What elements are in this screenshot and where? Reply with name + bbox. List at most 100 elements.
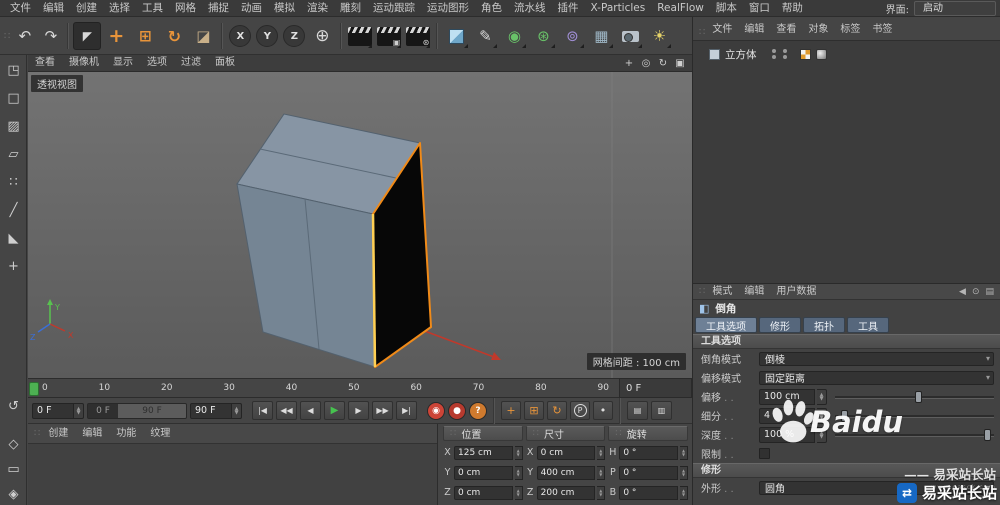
rotation-h-field[interactable]: 0 ° (619, 446, 678, 460)
rotation-section-header[interactable]: ∷ 旋转 (608, 426, 688, 441)
position-y-field[interactable]: 0 cm (454, 466, 513, 480)
menu-create[interactable]: 创建 (70, 0, 103, 16)
workplane-mode-icon[interactable]: ▱ (2, 143, 25, 166)
snap-icon[interactable]: ◇ (2, 433, 25, 456)
coordinate-system-button[interactable]: ⊕ (308, 22, 336, 50)
section-tool-options[interactable]: 工具选项 (693, 334, 1000, 349)
menu-plugins[interactable]: 插件 (552, 0, 585, 16)
edges-mode-icon[interactable]: ╱ (2, 199, 25, 222)
shape-dropdown[interactable]: 圆角 (759, 481, 994, 495)
panel-menu-icon[interactable]: ▤ (985, 287, 994, 297)
viewport-menu-options[interactable]: 选项 (140, 55, 174, 71)
om-menu-edit[interactable]: 编辑 (738, 22, 770, 38)
camera-button[interactable] (616, 22, 644, 50)
rotate-tool[interactable]: ↻ (160, 22, 188, 50)
spinner[interactable] (680, 446, 688, 460)
section-shaping[interactable]: 修形 (693, 463, 1000, 478)
material-list-area[interactable] (28, 444, 437, 504)
menu-character[interactable]: 角色 (475, 0, 508, 16)
size-section-header[interactable]: ∷ 尺寸 (526, 426, 606, 441)
depth-field[interactable]: 100 % (759, 427, 815, 443)
panel-grip[interactable]: ∷ (697, 27, 706, 38)
search-icon[interactable]: ⊙ (972, 287, 980, 297)
spinner[interactable] (232, 403, 242, 419)
toolbar-grip[interactable]: ∷ (2, 31, 11, 42)
end-frame-field[interactable]: 90 F (190, 403, 242, 419)
menu-edit[interactable]: 编辑 (37, 0, 70, 16)
timeline-options-icon[interactable]: ▥ (651, 401, 672, 420)
material-menu-function[interactable]: 功能 (109, 426, 143, 442)
scale-tool[interactable]: ⊞ (131, 22, 159, 50)
texture-mode-icon[interactable]: ▨ (2, 115, 25, 138)
lock-z-axis-button[interactable]: Z (283, 25, 305, 47)
spinner[interactable] (817, 427, 827, 443)
menu-tools[interactable]: 工具 (136, 0, 169, 16)
spinner[interactable] (515, 446, 523, 460)
viewport[interactable]: Y X Z 透视视图 网格间距 : 100 cm (28, 72, 692, 378)
record-pla-toggle[interactable]: • (593, 401, 613, 420)
playhead-marker[interactable] (29, 382, 39, 396)
primitive-object-button[interactable] (442, 22, 470, 50)
am-menu-edit[interactable]: 编辑 (738, 284, 770, 300)
last-used-tool[interactable]: ◪ (189, 22, 217, 50)
history-back-icon[interactable]: ◀ (959, 287, 966, 297)
key-interpolation-icon[interactable]: ▤ (627, 401, 648, 420)
subdivision-surface-button[interactable]: ◉ (500, 22, 528, 50)
viewport-zoom-icon[interactable]: ◎ (639, 57, 653, 70)
render-visibility-dots[interactable] (783, 49, 787, 59)
material-menu-texture[interactable]: 纹理 (143, 426, 177, 442)
viewport-menu-view[interactable]: 查看 (28, 55, 62, 71)
om-menu-objects[interactable]: 对象 (802, 22, 834, 38)
goto-start-button[interactable]: |◀ (252, 401, 273, 420)
live-selection-tool[interactable]: ◤ (73, 22, 101, 50)
menu-file[interactable]: 文件 (4, 0, 37, 16)
current-frame-display[interactable]: 0 F (619, 378, 692, 398)
generator-button[interactable]: ⊛ (529, 22, 557, 50)
subdivision-slider[interactable] (835, 409, 994, 423)
interface-select[interactable]: 启动 (914, 1, 996, 16)
position-section-header[interactable]: ∷ 位置 (443, 426, 523, 441)
size-y-field[interactable]: 400 cm (537, 466, 596, 480)
record-parameter-toggle[interactable]: P (570, 401, 590, 420)
rotation-b-field[interactable]: 0 ° (619, 486, 678, 500)
panel-grip[interactable]: ∷ (697, 286, 706, 297)
magnet-icon[interactable]: ◈ (2, 483, 25, 505)
offset-field[interactable]: 100 cm (759, 389, 815, 405)
viewport-menu-display[interactable]: 显示 (106, 55, 140, 71)
am-menu-mode[interactable]: 模式 (706, 284, 738, 300)
spinner[interactable] (515, 466, 523, 480)
menu-xparticles[interactable]: X-Particles (585, 0, 652, 16)
redo-button[interactable]: ↷ (38, 22, 63, 50)
spline-pen-button[interactable]: ✎ (471, 22, 499, 50)
tab-tool-options[interactable]: 工具选项 (695, 317, 757, 333)
tab-shaping[interactable]: 修形 (759, 317, 801, 333)
previous-frame-button[interactable]: ◀ (300, 401, 321, 420)
autokey-button[interactable]: ● (448, 402, 466, 420)
object-row-cube[interactable]: 立方体 (709, 46, 1000, 62)
record-scale-toggle[interactable]: ⊞ (524, 401, 544, 420)
environment-button[interactable]: ▦ (587, 22, 615, 50)
lock-x-axis-button[interactable]: X (229, 25, 251, 47)
editor-visibility-dots[interactable] (772, 49, 776, 59)
menu-window[interactable]: 窗口 (743, 0, 776, 16)
position-x-field[interactable]: 125 cm (454, 446, 513, 460)
light-button[interactable]: ☀ (645, 22, 673, 50)
menu-snap[interactable]: 捕捉 (202, 0, 235, 16)
material-menu-create[interactable]: 创建 (41, 426, 75, 442)
render-settings-button[interactable]: ⊛ (404, 22, 432, 50)
limit-checkbox[interactable] (759, 448, 770, 459)
position-z-field[interactable]: 0 cm (454, 486, 513, 500)
offset-slider[interactable] (835, 390, 994, 404)
menu-select[interactable]: 选择 (103, 0, 136, 16)
play-button[interactable]: ▶ (324, 401, 345, 420)
current-frame-field[interactable]: 0 F (32, 403, 84, 419)
texture-tag-icon[interactable] (800, 49, 811, 60)
menu-mograph[interactable]: 运动图形 (421, 0, 475, 16)
render-view-button[interactable] (346, 22, 374, 50)
viewport-rotate-icon[interactable]: ↻ (656, 57, 670, 70)
menu-script[interactable]: 脚本 (710, 0, 743, 16)
menu-mesh[interactable]: 网格 (169, 0, 202, 16)
phong-tag-icon[interactable] (816, 49, 827, 60)
next-frame-button[interactable]: ▶ (348, 401, 369, 420)
subdivision-field[interactable]: 4 (759, 408, 815, 424)
